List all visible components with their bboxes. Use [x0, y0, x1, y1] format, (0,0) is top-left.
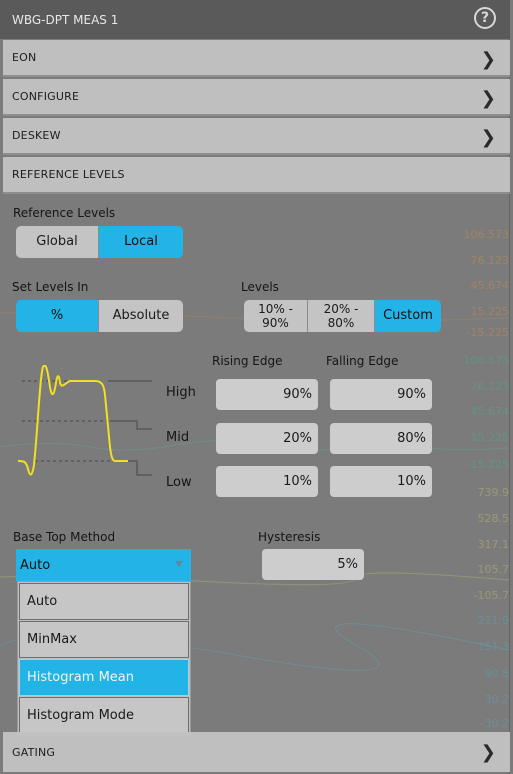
- scale-label: -15.225: [466, 326, 509, 339]
- panel-header: WBG-DPT MEAS 1 ?: [0, 0, 510, 39]
- scale-label: 76.123: [470, 254, 510, 267]
- scale-label: 45.674: [470, 279, 510, 292]
- scale-label: 317.1: [477, 538, 510, 551]
- levels-toggle: 10% - 90% 20% - 80% Custom: [244, 300, 441, 332]
- local-option[interactable]: Local: [99, 226, 183, 258]
- base-top-method-options: Auto MinMax Histogram Mean Histogram Mod…: [17, 581, 191, 736]
- waveform-diagram: [17, 365, 152, 476]
- dropdown-arrow-icon: [175, 561, 183, 567]
- reference-levels-toggle: Global Local: [16, 226, 183, 258]
- global-option[interactable]: Global: [16, 226, 99, 258]
- rising-low-input[interactable]: 10%: [216, 466, 318, 497]
- base-top-method-dropdown[interactable]: Auto: [16, 549, 191, 581]
- scale-label: 76.123: [470, 380, 510, 393]
- falling-high-input[interactable]: 90%: [330, 379, 432, 410]
- scale-label: 30.2: [484, 693, 510, 706]
- help-circle-icon[interactable]: ?: [474, 7, 496, 29]
- scale-label: 211.9: [477, 614, 510, 627]
- nav-label: CONFIGURE: [12, 90, 80, 103]
- option-minmax[interactable]: MinMax: [19, 621, 189, 658]
- nav-configure[interactable]: CONFIGURE ❯: [3, 79, 510, 116]
- nav-label: DESKEW: [12, 129, 61, 142]
- hysteresis-label: Hysteresis: [258, 530, 321, 544]
- reference-levels-label: Reference Levels: [13, 206, 116, 220]
- set-levels-in-label: Set Levels In: [12, 280, 89, 294]
- scale-label: 105.7: [477, 563, 510, 576]
- nav-label: GATING: [12, 745, 56, 759]
- scale-label: 90.8: [484, 667, 510, 680]
- absolute-option[interactable]: Absolute: [99, 300, 183, 332]
- falling-low-input[interactable]: 10%: [330, 466, 432, 497]
- scale-label: -30.2: [480, 717, 509, 730]
- chevron-right-icon: ❯: [480, 49, 496, 70]
- falling-mid-input[interactable]: 80%: [330, 423, 432, 454]
- scale-label: 15.225: [470, 431, 510, 444]
- nav-label: EON: [12, 51, 37, 64]
- nav-gating[interactable]: GATING ❯: [3, 732, 510, 772]
- scale-label: 45.674: [470, 405, 510, 418]
- option-histogram-mean[interactable]: Histogram Mean: [19, 659, 189, 696]
- scale-label: 15.225: [470, 305, 510, 318]
- chevron-right-icon: ❯: [480, 88, 496, 109]
- mid-label: Mid: [166, 430, 190, 445]
- scale-label: 528.5: [477, 512, 510, 525]
- low-label: Low: [166, 475, 192, 490]
- falling-edge-header: Falling Edge: [326, 354, 399, 368]
- scale-label: -15.225: [466, 458, 509, 471]
- rising-edge-header: Rising Edge: [212, 354, 283, 368]
- scale-label: 106.573: [463, 354, 510, 367]
- nav-label: REFERENCE LEVELS: [12, 168, 125, 181]
- scale-label: 151.3: [477, 640, 510, 653]
- scale-label: -105.7: [473, 589, 509, 602]
- levels-label: Levels: [241, 280, 279, 294]
- levels-custom-option[interactable]: Custom: [375, 300, 441, 332]
- chevron-right-icon: ❯: [480, 742, 496, 763]
- rising-mid-input[interactable]: 20%: [216, 423, 318, 454]
- scale-label: 739.9: [477, 486, 510, 499]
- nav-reference-levels[interactable]: REFERENCE LEVELS: [3, 157, 510, 194]
- panel-title: WBG-DPT MEAS 1: [12, 12, 119, 27]
- hysteresis-input[interactable]: 5%: [262, 549, 364, 580]
- option-histogram-mode[interactable]: Histogram Mode: [19, 697, 189, 734]
- nav-deskew[interactable]: DESKEW ❯: [3, 118, 510, 155]
- measurement-panel: 106.573 76.123 45.674 15.225 -15.225 106…: [0, 0, 510, 774]
- levels-10-90-option[interactable]: 10% - 90%: [244, 300, 308, 332]
- base-top-method-label: Base Top Method: [13, 530, 116, 544]
- option-auto[interactable]: Auto: [19, 583, 189, 620]
- scale-label: 106.573: [463, 228, 510, 241]
- rising-high-input[interactable]: 90%: [216, 379, 318, 410]
- levels-20-80-option[interactable]: 20% - 80%: [308, 300, 375, 332]
- high-label: High: [166, 385, 196, 400]
- dropdown-value: Auto: [20, 557, 51, 573]
- nav-eon[interactable]: EON ❯: [3, 40, 510, 77]
- set-levels-in-toggle: % Absolute: [16, 300, 183, 332]
- percent-option[interactable]: %: [16, 300, 99, 332]
- chevron-right-icon: ❯: [480, 127, 496, 148]
